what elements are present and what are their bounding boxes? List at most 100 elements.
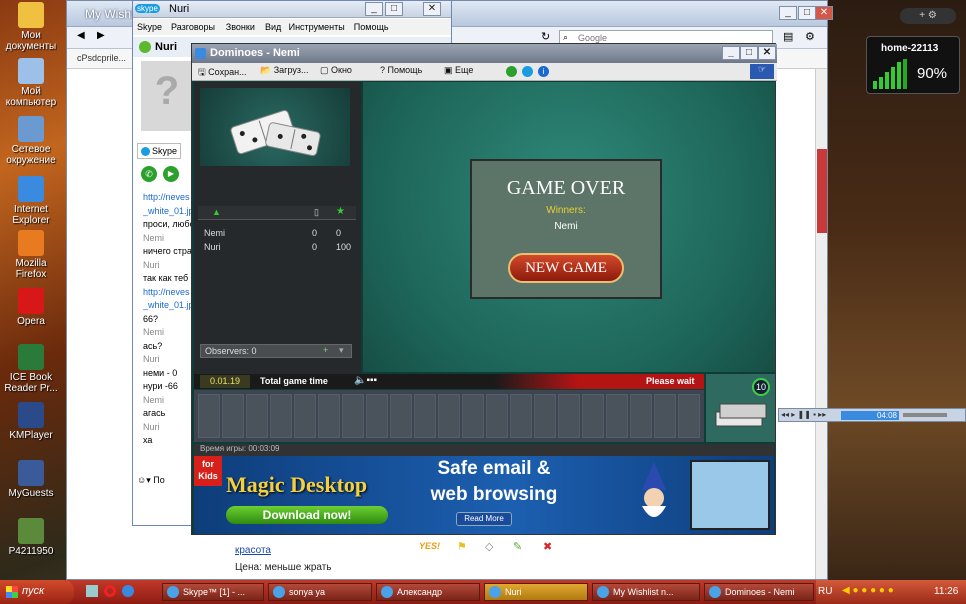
skype-minimize-button[interactable]: _ bbox=[365, 2, 383, 16]
add-observer-icon[interactable]: + bbox=[323, 345, 328, 355]
tile-slot[interactable] bbox=[270, 394, 292, 438]
ie-quick-icon[interactable] bbox=[122, 585, 135, 597]
skype-menu-item[interactable]: Skype bbox=[137, 22, 162, 32]
help-button[interactable]: ? Помощь bbox=[380, 65, 422, 75]
tile-slot[interactable] bbox=[606, 394, 628, 438]
save-button[interactable]: 🖫 Сохран... bbox=[198, 65, 247, 81]
pencil-icon[interactable]: ✎ bbox=[513, 540, 522, 553]
taskbar-button[interactable]: sonya ya bbox=[268, 583, 372, 601]
seek-bar[interactable]: 04:08 bbox=[841, 411, 899, 420]
tile-slot[interactable] bbox=[558, 394, 580, 438]
show-desktop-icon[interactable] bbox=[86, 585, 98, 597]
address-text[interactable]: сРsdсрrile... bbox=[77, 53, 126, 63]
browser-tab-title[interactable]: My Wishl bbox=[85, 7, 134, 21]
tile-slot[interactable] bbox=[222, 394, 244, 438]
chat-message[interactable]: http://neves bbox=[143, 286, 193, 300]
forward-icon[interactable]: ▶ bbox=[97, 30, 113, 46]
video-call-button[interactable]: ▶ bbox=[163, 166, 179, 182]
tile-slot[interactable] bbox=[486, 394, 508, 438]
media-player-bar[interactable]: ◂◂ ▸ ❚❚ ▪ ▸▸ 04:08 bbox=[778, 408, 966, 422]
opera-quick-icon[interactable] bbox=[104, 585, 117, 597]
skype-maximize-button[interactable]: □ bbox=[385, 2, 403, 16]
chat-message[interactable]: http://neves bbox=[143, 191, 193, 205]
tile-slot[interactable] bbox=[366, 394, 388, 438]
call-icon[interactable] bbox=[506, 66, 517, 77]
desktop-icon[interactable]: Internet Explorer bbox=[0, 176, 62, 226]
tray-icons[interactable]: ◀ ● ● ● ● ● bbox=[842, 585, 894, 596]
ad-banner[interactable]: for Kids Magic Desktop Download now! Saf… bbox=[194, 456, 774, 534]
hand-icon[interactable]: ☞ bbox=[750, 64, 774, 79]
scrollbar[interactable] bbox=[815, 69, 827, 579]
tile-slot[interactable] bbox=[294, 394, 316, 438]
window-button[interactable]: ▢ Окно bbox=[320, 65, 352, 76]
tile-slot[interactable] bbox=[462, 394, 484, 438]
tile-slot[interactable] bbox=[414, 394, 436, 438]
tile-slot[interactable] bbox=[318, 394, 340, 438]
skype-footer-text[interactable]: По bbox=[153, 475, 164, 485]
skype-menu-item[interactable]: Инструменты bbox=[289, 22, 345, 32]
emoticon-icon[interactable]: ☺▾ bbox=[137, 475, 151, 485]
player-controls[interactable]: ◂◂ ▸ ❚❚ ▪ ▸▸ bbox=[781, 410, 826, 419]
back-icon[interactable]: ◀ bbox=[77, 30, 93, 46]
desktop-icon[interactable]: Мои документы bbox=[0, 2, 62, 52]
skype-menu-item[interactable]: Звонки bbox=[226, 22, 255, 32]
diamond-icon[interactable]: ◇ bbox=[485, 540, 493, 553]
skype-menu-item[interactable]: Вид bbox=[265, 22, 281, 32]
start-button[interactable]: пуск bbox=[0, 580, 74, 604]
desktop-icon[interactable]: ICE Book Reader Pr... bbox=[0, 344, 62, 394]
tile-slot[interactable] bbox=[678, 394, 700, 438]
tile-slot[interactable] bbox=[630, 394, 652, 438]
taskbar-button[interactable]: My Wishlist n... bbox=[592, 583, 700, 601]
desktop-icon[interactable]: Mozilla Firefox bbox=[0, 230, 62, 280]
yes-icon[interactable]: YES! bbox=[419, 541, 440, 551]
chat-icon[interactable] bbox=[522, 66, 533, 77]
chevron-down-icon[interactable]: ▾ bbox=[339, 345, 344, 356]
taskbar-button[interactable]: Nuri bbox=[484, 583, 588, 601]
volume-slider[interactable] bbox=[903, 413, 947, 417]
tile-slot[interactable] bbox=[510, 394, 532, 438]
more-button[interactable]: ▣ Еще bbox=[444, 65, 473, 76]
desktop-icon[interactable]: MyGuests bbox=[0, 460, 62, 499]
observers-bar[interactable]: Observers: 0 + ▾ bbox=[200, 344, 352, 358]
taskbar-button[interactable]: Александр bbox=[376, 583, 480, 601]
tile-slot[interactable] bbox=[198, 394, 220, 438]
desktop-icon[interactable]: P4211950 bbox=[0, 518, 62, 557]
minimize-button[interactable]: _ bbox=[779, 6, 797, 20]
page-menu-icon[interactable]: ▤ bbox=[783, 30, 793, 43]
reload-icon[interactable]: ↻ bbox=[541, 30, 550, 43]
settings-icon[interactable]: ⚙ bbox=[805, 30, 815, 43]
desktop-icon[interactable]: Мой компьютер bbox=[0, 58, 62, 108]
chat-message[interactable]: _white_01.jp bbox=[143, 205, 193, 219]
ad-read-more[interactable]: Read More bbox=[456, 512, 512, 526]
taskbar-button[interactable]: Skype™ [1] - ... bbox=[162, 583, 264, 601]
desktop-icon[interactable]: Сетевое окружение bbox=[0, 116, 62, 166]
skype-menu-item[interactable]: Разговоры bbox=[171, 22, 215, 32]
call-button[interactable]: ✆ bbox=[141, 166, 157, 182]
new-game-button[interactable]: NEW GAME bbox=[508, 253, 624, 283]
ad-download-button[interactable]: Download now! bbox=[226, 506, 388, 524]
language-indicator[interactable]: RU bbox=[818, 586, 832, 597]
volume-icon[interactable]: 🔈▪▪▪ bbox=[354, 375, 377, 386]
chat-message[interactable]: _white_01.jp bbox=[143, 299, 193, 313]
bottom-link-1[interactable]: красота bbox=[235, 545, 271, 556]
boneyard[interactable]: 10 bbox=[706, 374, 775, 442]
wifi-gadget[interactable]: home-22113 90% bbox=[866, 36, 960, 94]
dom-maximize-button[interactable]: □ bbox=[740, 46, 758, 60]
tile-slot[interactable] bbox=[390, 394, 412, 438]
tile-slot[interactable] bbox=[534, 394, 556, 438]
tile-slot[interactable] bbox=[582, 394, 604, 438]
tile-slot[interactable] bbox=[342, 394, 364, 438]
dom-close-button[interactable]: ✕ bbox=[758, 46, 776, 60]
skype-tab[interactable]: Skype bbox=[137, 143, 181, 159]
dom-minimize-button[interactable]: _ bbox=[722, 46, 740, 60]
close-button[interactable]: ✕ bbox=[815, 6, 833, 20]
tile-slot[interactable] bbox=[246, 394, 268, 438]
taskbar-button[interactable]: Dominoes - Nemi bbox=[704, 583, 814, 601]
skype-close-button[interactable]: ✕ bbox=[423, 2, 441, 16]
skype-menu-item[interactable]: Помощь bbox=[354, 22, 389, 32]
maximize-button[interactable]: □ bbox=[798, 6, 816, 20]
load-button[interactable]: 📂 Загруз... bbox=[260, 65, 308, 76]
flag-icon[interactable]: ⚑ bbox=[457, 540, 467, 553]
tile-slot[interactable] bbox=[438, 394, 460, 438]
desktop-icon[interactable]: KMPlayer bbox=[0, 402, 62, 441]
